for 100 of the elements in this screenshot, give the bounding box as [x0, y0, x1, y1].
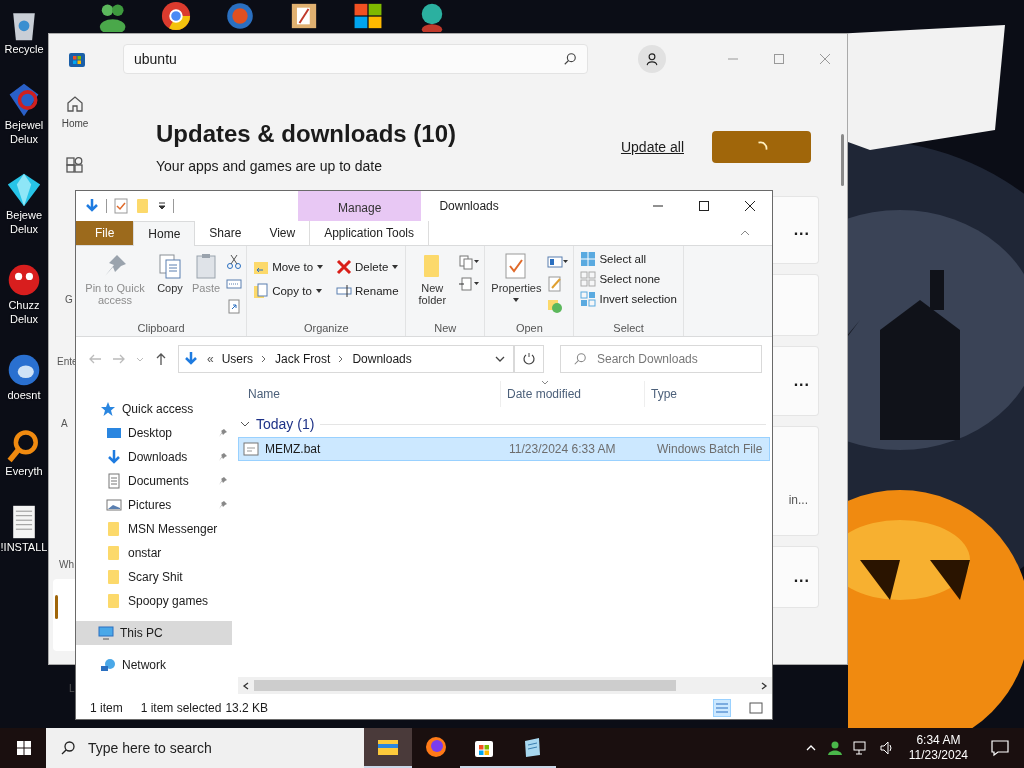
update-all-link[interactable]: Update all: [620, 139, 684, 155]
star-icon: [100, 401, 116, 417]
more-options-button[interactable]: ...: [793, 372, 810, 390]
gem-icon[interactable]: [6, 172, 42, 208]
ribbon-tab[interactable]: Home: [133, 221, 196, 246]
batch-file-icon: [243, 441, 259, 457]
move-to-button[interactable]: Move to: [251, 258, 327, 276]
address-bar[interactable]: « Users Jack Frost Downloads: [178, 345, 514, 373]
nav-item[interactable]: This PC: [76, 621, 232, 645]
network-icon: [100, 657, 116, 673]
nav-item[interactable]: Desktop: [76, 421, 232, 445]
nav-item[interactable]: onstar: [76, 541, 232, 565]
select-button[interactable]: Select all: [578, 250, 679, 268]
path-overflow[interactable]: «: [207, 352, 214, 366]
app-card[interactable]: ...: [773, 546, 819, 608]
dropdown-caret-icon[interactable]: [495, 354, 505, 364]
up-arrow-icon[interactable]: [154, 352, 168, 366]
volume-icon[interactable]: [878, 740, 895, 756]
copy-button[interactable]: Copy: [154, 250, 186, 296]
desktop-icon-label: Delux: [9, 132, 39, 146]
properties-icon[interactable]: [113, 198, 129, 214]
clock[interactable]: 6:34 AM 11/23/2024: [908, 733, 968, 763]
search-field[interactable]: ubuntu: [123, 44, 588, 74]
notification-icon[interactable]: [990, 738, 1010, 758]
copy-icon: [156, 252, 184, 280]
refresh-button[interactable]: [514, 345, 544, 373]
nav-item[interactable]: Scary Shit: [76, 565, 232, 589]
scroll-left-icon[interactable]: [242, 681, 250, 690]
apps-icon[interactable]: [65, 156, 85, 176]
nav-item[interactable]: Documents: [76, 469, 232, 493]
customize-caret-icon[interactable]: [157, 201, 167, 211]
nav-label: L: [69, 683, 75, 694]
move-folder-icon: [253, 259, 270, 275]
folder-icon: [106, 521, 122, 537]
ribbon-tab[interactable]: File: [76, 221, 134, 245]
search-icon: [573, 352, 587, 366]
select-button[interactable]: Invert selection: [578, 290, 679, 308]
nav-item[interactable]: Network: [76, 653, 232, 677]
nav-item[interactable]: Quick access: [76, 397, 232, 421]
column-header[interactable]: Type: [644, 381, 772, 407]
new-folder-button[interactable]: New folder: [410, 250, 455, 308]
nav-item[interactable]: Downloads: [76, 445, 232, 469]
group-header[interactable]: Today (1): [256, 416, 315, 432]
selection-count: 1 item selected: [140, 700, 222, 715]
ribbon-tab[interactable]: Share: [195, 221, 256, 245]
caret-icon: [391, 263, 400, 271]
search-field[interactable]: Search Downloads: [560, 345, 762, 373]
search-icon[interactable]: [563, 52, 577, 66]
app-card[interactable]: ...: [773, 346, 819, 416]
nav-label: A: [61, 418, 68, 429]
selected-nav-item[interactable]: [53, 579, 75, 651]
taskbar-search-field[interactable]: Type here to search: [46, 728, 364, 768]
more-options-button[interactable]: ...: [793, 568, 810, 586]
open-window-icon[interactable]: [547, 254, 570, 270]
download-arrow-icon[interactable]: [84, 198, 100, 214]
account-button[interactable]: [638, 45, 666, 73]
grid-icon: [580, 291, 597, 307]
breadcrumb[interactable]: Downloads: [352, 352, 412, 366]
select-button[interactable]: Select none: [578, 270, 679, 288]
copy-folder-icon: [253, 283, 270, 299]
properties-button[interactable]: Properties: [489, 250, 544, 306]
person-icon[interactable]: [826, 740, 843, 756]
nav-item[interactable]: Spoopy games: [76, 589, 232, 613]
breadcrumb[interactable]: Users: [221, 352, 254, 366]
file-row[interactable]: MEMZ.bat 11/23/2024 6:33 AM Windows Batch File: [238, 437, 770, 461]
taskbar-app-button[interactable]: [364, 728, 412, 768]
ribbon-tab[interactable]: Application Tools: [309, 221, 430, 245]
app-card[interactable]: ...: [773, 196, 819, 264]
bird-icon[interactable]: [6, 352, 42, 388]
scroll-right-icon[interactable]: [760, 681, 768, 690]
easy-access-icon[interactable]: [458, 276, 481, 292]
close-icon[interactable]: [744, 200, 756, 212]
scissors-icon[interactable]: [226, 254, 243, 270]
app-card[interactable]: in...: [773, 426, 819, 536]
nav-item[interactable]: Pictures: [76, 493, 232, 517]
ball-icon[interactable]: [6, 262, 42, 298]
column-header[interactable]: Name: [238, 381, 500, 407]
windows-start-icon[interactable]: [16, 740, 32, 756]
maximize-icon[interactable]: [698, 200, 710, 212]
more-options-button[interactable]: ...: [793, 221, 810, 239]
scrollbar-thumb[interactable]: [841, 134, 844, 186]
column-header[interactable]: Date modified: [500, 381, 644, 407]
collapse-ribbon-icon[interactable]: [740, 228, 750, 238]
rename-button[interactable]: Rename: [334, 282, 402, 300]
home-icon[interactable]: [65, 94, 85, 114]
ribbon-tab[interactable]: View: [255, 221, 310, 245]
new-item-icon[interactable]: [458, 254, 481, 270]
copy-to-button[interactable]: Copy to: [251, 282, 327, 300]
document-icon: [106, 473, 122, 489]
download-arrow-icon: [183, 351, 199, 367]
nav-item[interactable]: MSN Messenger: [76, 517, 232, 541]
delete-button[interactable]: Delete: [334, 258, 402, 276]
caret-icon: [316, 263, 325, 271]
expand-chevron-icon[interactable]: [240, 419, 250, 429]
horizontal-scrollbar[interactable]: [238, 677, 772, 694]
breadcrumb[interactable]: Jack Frost: [275, 352, 331, 366]
desktop-icon-label: Chuzz: [8, 298, 40, 312]
monitor-icon: [98, 625, 114, 641]
network-icon[interactable]: [852, 740, 869, 756]
group-label: Open: [514, 322, 544, 334]
